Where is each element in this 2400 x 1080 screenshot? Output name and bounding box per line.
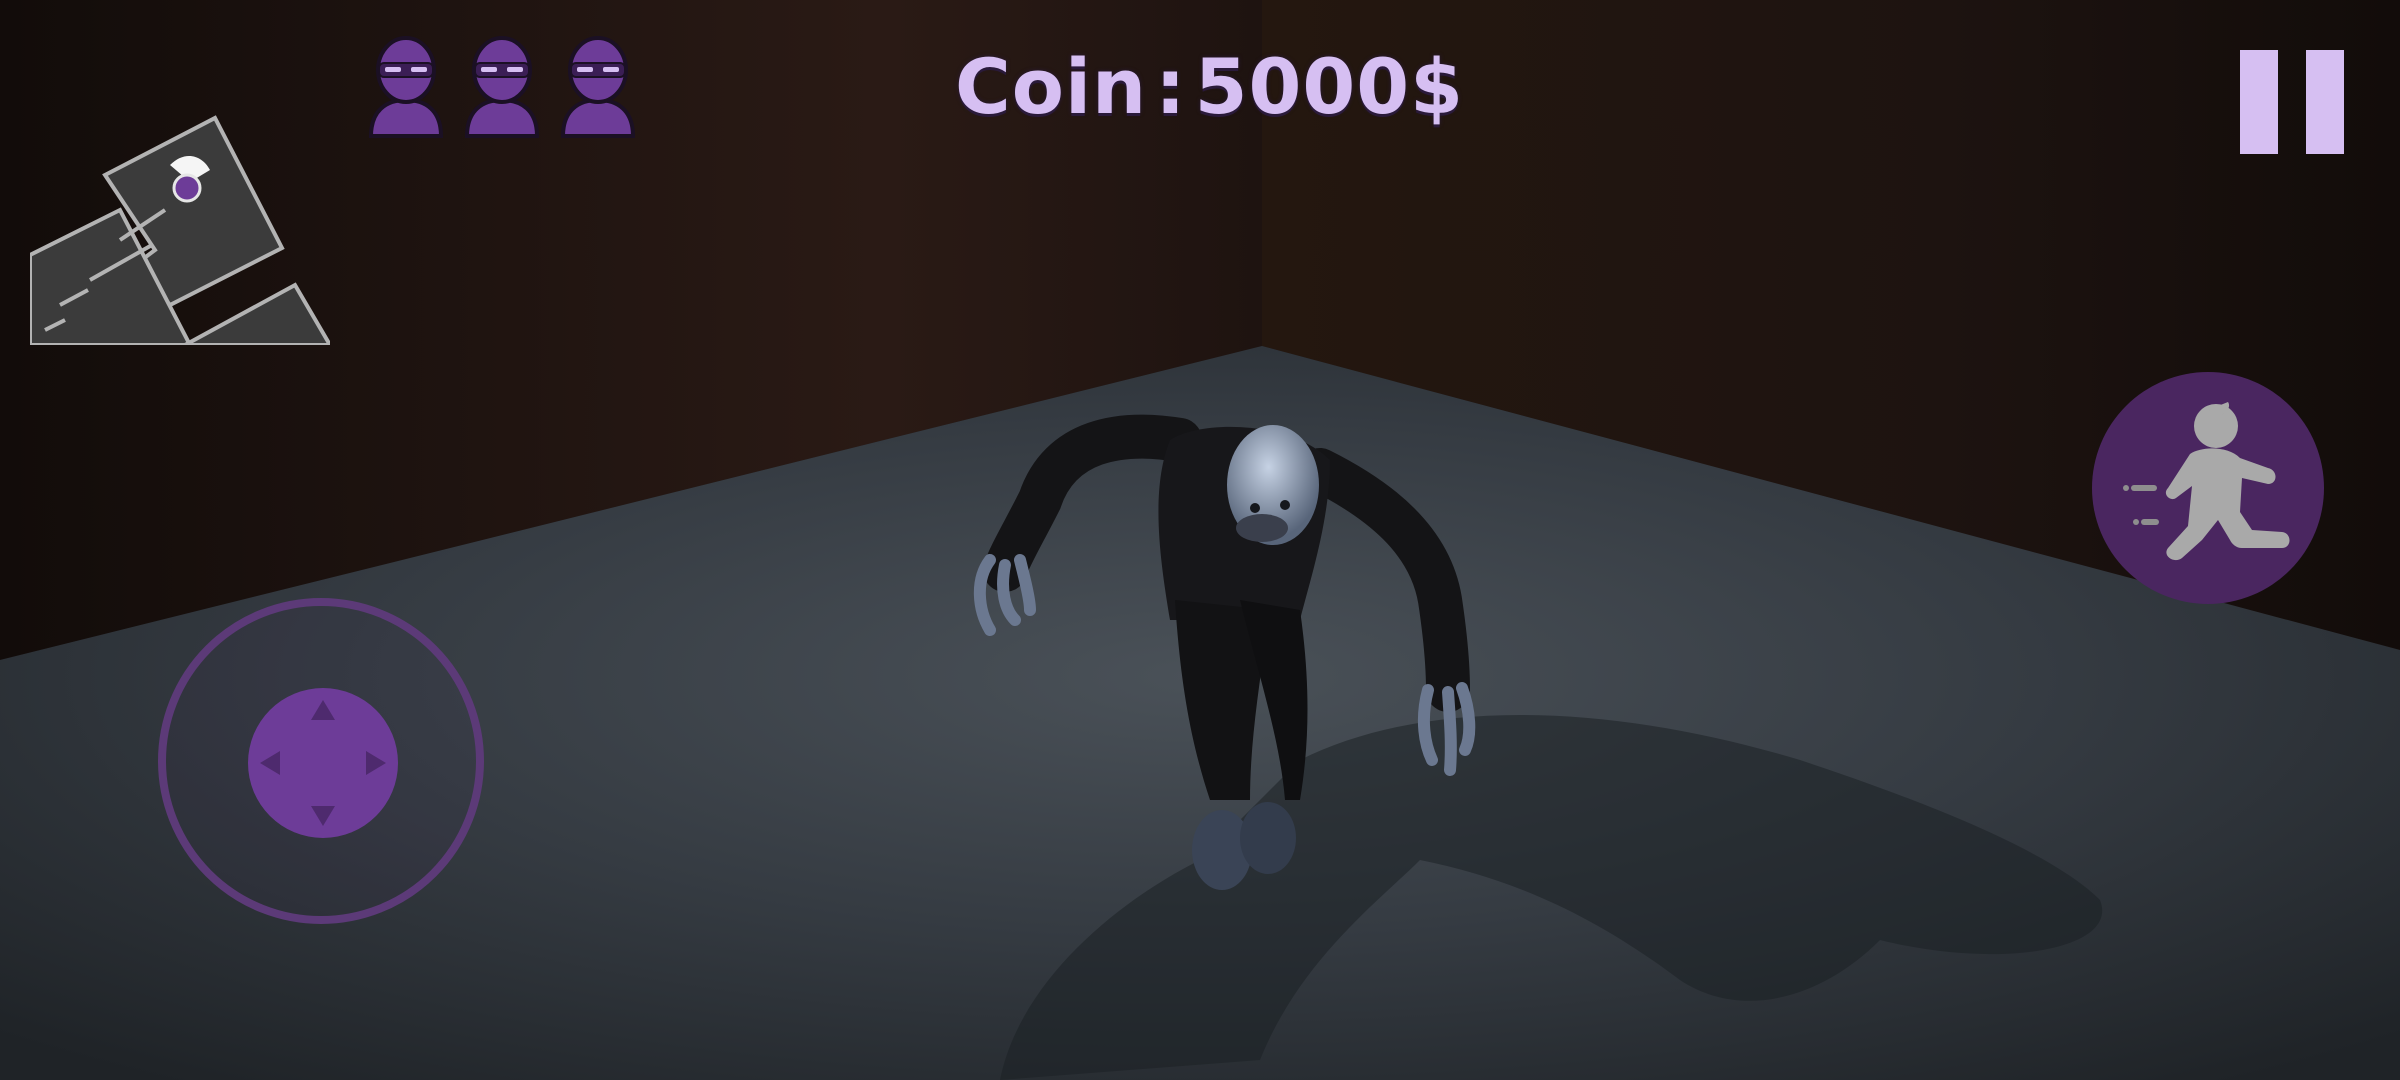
arrow-up-icon — [311, 700, 335, 720]
ninja-head-icon — [461, 30, 543, 140]
arrow-left-icon — [260, 751, 280, 775]
arrow-down-icon — [311, 806, 335, 826]
coin-counter: Coin : 5000$ — [955, 38, 1463, 134]
arrow-right-icon — [366, 751, 386, 775]
coin-value: 5000$ — [1194, 41, 1464, 131]
minimap — [30, 100, 330, 345]
coin-separator: : — [1155, 41, 1187, 131]
running-man-icon — [2123, 402, 2290, 561]
pause-button[interactable] — [2240, 50, 2346, 156]
movement-joystick[interactable] — [158, 598, 484, 924]
lives-indicator — [365, 30, 645, 140]
minimap-room-bottom — [184, 282, 330, 345]
ninja-head-icon — [557, 30, 639, 140]
ninja-head-icon — [365, 30, 447, 140]
joystick-knob[interactable] — [248, 688, 398, 838]
coin-label: Coin — [955, 41, 1148, 131]
sprint-button[interactable] — [2092, 372, 2324, 604]
